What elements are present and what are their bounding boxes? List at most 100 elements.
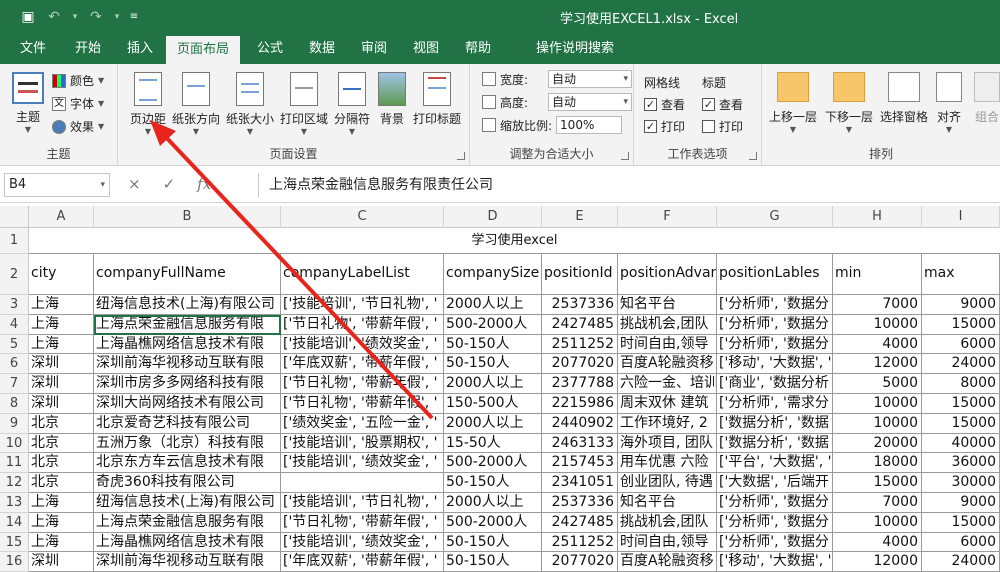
redo-dropdown-icon[interactable]: ▾	[112, 7, 122, 27]
cancel-icon[interactable]: ×	[128, 175, 141, 193]
table-cell[interactable]: 500-2000人	[444, 453, 542, 474]
header-cell[interactable]: city	[29, 254, 94, 295]
header-cell[interactable]: companyLabelList	[281, 254, 444, 295]
bring-forward-button[interactable]: 上移一层 ▼	[766, 72, 820, 134]
size-button[interactable]: 纸张大小 ▼	[224, 72, 276, 136]
table-cell[interactable]: 2377788	[542, 374, 618, 394]
table-cell[interactable]: ['数据分析', '数据	[717, 433, 833, 454]
height-combo[interactable]: 自动	[548, 93, 632, 111]
table-cell[interactable]: 40000	[922, 433, 1000, 454]
row-header[interactable]: 3	[0, 295, 29, 315]
table-cell[interactable]: 2440902	[542, 413, 618, 434]
table-cell[interactable]: 时间自由,领导	[618, 532, 717, 553]
table-cell[interactable]: 2157453	[542, 453, 618, 474]
width-combo[interactable]: 自动	[548, 70, 632, 88]
table-cell[interactable]: 500-2000人	[444, 512, 542, 533]
row-header[interactable]: 4	[0, 314, 29, 335]
table-cell[interactable]: 12000	[833, 354, 922, 375]
row-header[interactable]: 9	[0, 413, 29, 434]
table-cell[interactable]: ['节日礼物', '带薪年假', '	[281, 394, 444, 414]
header-cell[interactable]: positionId	[542, 254, 618, 295]
table-cell[interactable]: 时间自由,领导	[618, 334, 717, 355]
enter-icon[interactable]: ✓	[163, 175, 176, 193]
table-cell[interactable]: 9000	[922, 493, 1000, 513]
table-cell[interactable]: 2427485	[542, 512, 618, 533]
table-cell[interactable]: 北京	[29, 473, 94, 493]
insert-function-icon[interactable]: fx	[197, 175, 211, 193]
table-cell[interactable]: 30000	[922, 473, 1000, 493]
table-cell[interactable]: 上海	[29, 334, 94, 355]
row-header[interactable]: 12	[0, 473, 29, 493]
table-cell[interactable]: 上海	[29, 532, 94, 553]
table-cell[interactable]: ['移动', '大数据', '	[717, 354, 833, 375]
row-header[interactable]: 15	[0, 532, 29, 553]
breaks-button[interactable]: 分隔符 ▼	[330, 72, 374, 136]
table-cell[interactable]: ['移动', '大数据', '	[717, 552, 833, 572]
table-cell[interactable]: 24000	[922, 354, 1000, 375]
table-cell[interactable]: 2537336	[542, 295, 618, 315]
column-header-E[interactable]: E	[542, 206, 618, 228]
name-box[interactable]: B4	[4, 173, 110, 197]
gridlines-view-checkbox[interactable]: ✓	[644, 98, 657, 111]
table-cell[interactable]: 2341051	[542, 473, 618, 493]
table-cell[interactable]: ['分析师', '数据分	[717, 512, 833, 533]
table-cell[interactable]: 2077020	[542, 552, 618, 572]
table-cell[interactable]: 百度A轮融资移	[618, 354, 717, 375]
tab-2[interactable]: 插入	[122, 34, 158, 64]
row-header[interactable]: 13	[0, 493, 29, 513]
table-cell[interactable]: 2000人以上	[444, 413, 542, 434]
row-header[interactable]: 16	[0, 552, 29, 572]
table-cell[interactable]: ['年底双薪', '带薪年假', '	[281, 552, 444, 572]
table-cell[interactable]: 7000	[833, 493, 922, 513]
table-cell[interactable]: 50-150人	[444, 354, 542, 375]
table-cell[interactable]: 5000	[833, 374, 922, 394]
table-cell[interactable]: 9000	[922, 295, 1000, 315]
table-cell[interactable]: 15-50人	[444, 433, 542, 454]
table-cell[interactable]: ['分析师', '数据分	[717, 334, 833, 355]
column-header-H[interactable]: H	[833, 206, 922, 228]
header-cell[interactable]: positionAdvan	[618, 254, 717, 295]
table-cell[interactable]: 8000	[922, 374, 1000, 394]
table-cell[interactable]: 百度A轮融资移	[618, 552, 717, 572]
group-button[interactable]: 组合	[970, 72, 1000, 125]
colors-button[interactable]: 颜色 ▼	[52, 72, 104, 89]
table-cell[interactable]: 15000	[922, 314, 1000, 335]
row-header[interactable]: 5	[0, 334, 29, 355]
margins-button[interactable]: 页边距 ▼	[126, 72, 170, 136]
table-cell[interactable]: 2537336	[542, 493, 618, 513]
table-cell[interactable]: 4000	[833, 334, 922, 355]
table-cell[interactable]: 深圳	[29, 374, 94, 394]
table-cell[interactable]: 工作环境好, 2	[618, 413, 717, 434]
tab-0[interactable]: 文件	[16, 34, 50, 64]
table-cell[interactable]: 上海晶樵网络信息技术有限	[94, 334, 281, 355]
tab-8[interactable]: 帮助	[460, 34, 496, 64]
selection-pane-button[interactable]: 选择窗格	[876, 72, 932, 125]
table-cell[interactable]: 纽海信息技术(上海)有限公司	[94, 493, 281, 513]
fonts-button[interactable]: 文 字体 ▼	[52, 95, 104, 112]
tab-5[interactable]: 数据	[304, 34, 340, 64]
table-cell[interactable]: 上海晶樵网络信息技术有限	[94, 532, 281, 553]
headings-view-checkbox[interactable]: ✓	[702, 98, 715, 111]
tab-3[interactable]: 页面布局	[166, 36, 240, 64]
formula-input[interactable]: 上海点荣金融信息服务有限责任公司	[258, 173, 1000, 197]
row-header[interactable]: 11	[0, 453, 29, 474]
table-cell[interactable]: 4000	[833, 532, 922, 553]
table-cell[interactable]: 10000	[833, 394, 922, 414]
table-cell[interactable]: 上海	[29, 314, 94, 335]
table-cell[interactable]: 纽海信息技术(上海)有限公司	[94, 295, 281, 315]
effects-button[interactable]: 效果 ▼	[52, 118, 104, 135]
table-cell[interactable]: 北京爱奇艺科技有限公司	[94, 413, 281, 434]
table-cell[interactable]: 2511252	[542, 334, 618, 355]
table-cell[interactable]: 15000	[922, 394, 1000, 414]
table-cell[interactable]: 挑战机会,团队	[618, 512, 717, 533]
headings-print-checkbox[interactable]	[702, 120, 715, 133]
table-cell[interactable]: 深圳市房多多网络科技有限	[94, 374, 281, 394]
column-header-D[interactable]: D	[444, 206, 542, 228]
table-cell[interactable]: ['商业', '数据分析	[717, 374, 833, 394]
table-cell[interactable]: 2000人以上	[444, 493, 542, 513]
undo-dropdown-icon[interactable]: ▾	[70, 7, 80, 27]
table-cell[interactable]: 150-500人	[444, 394, 542, 414]
scale-launcher-icon[interactable]	[621, 152, 629, 160]
sheet-options-launcher-icon[interactable]	[749, 152, 757, 160]
table-cell[interactable]: 50-150人	[444, 552, 542, 572]
